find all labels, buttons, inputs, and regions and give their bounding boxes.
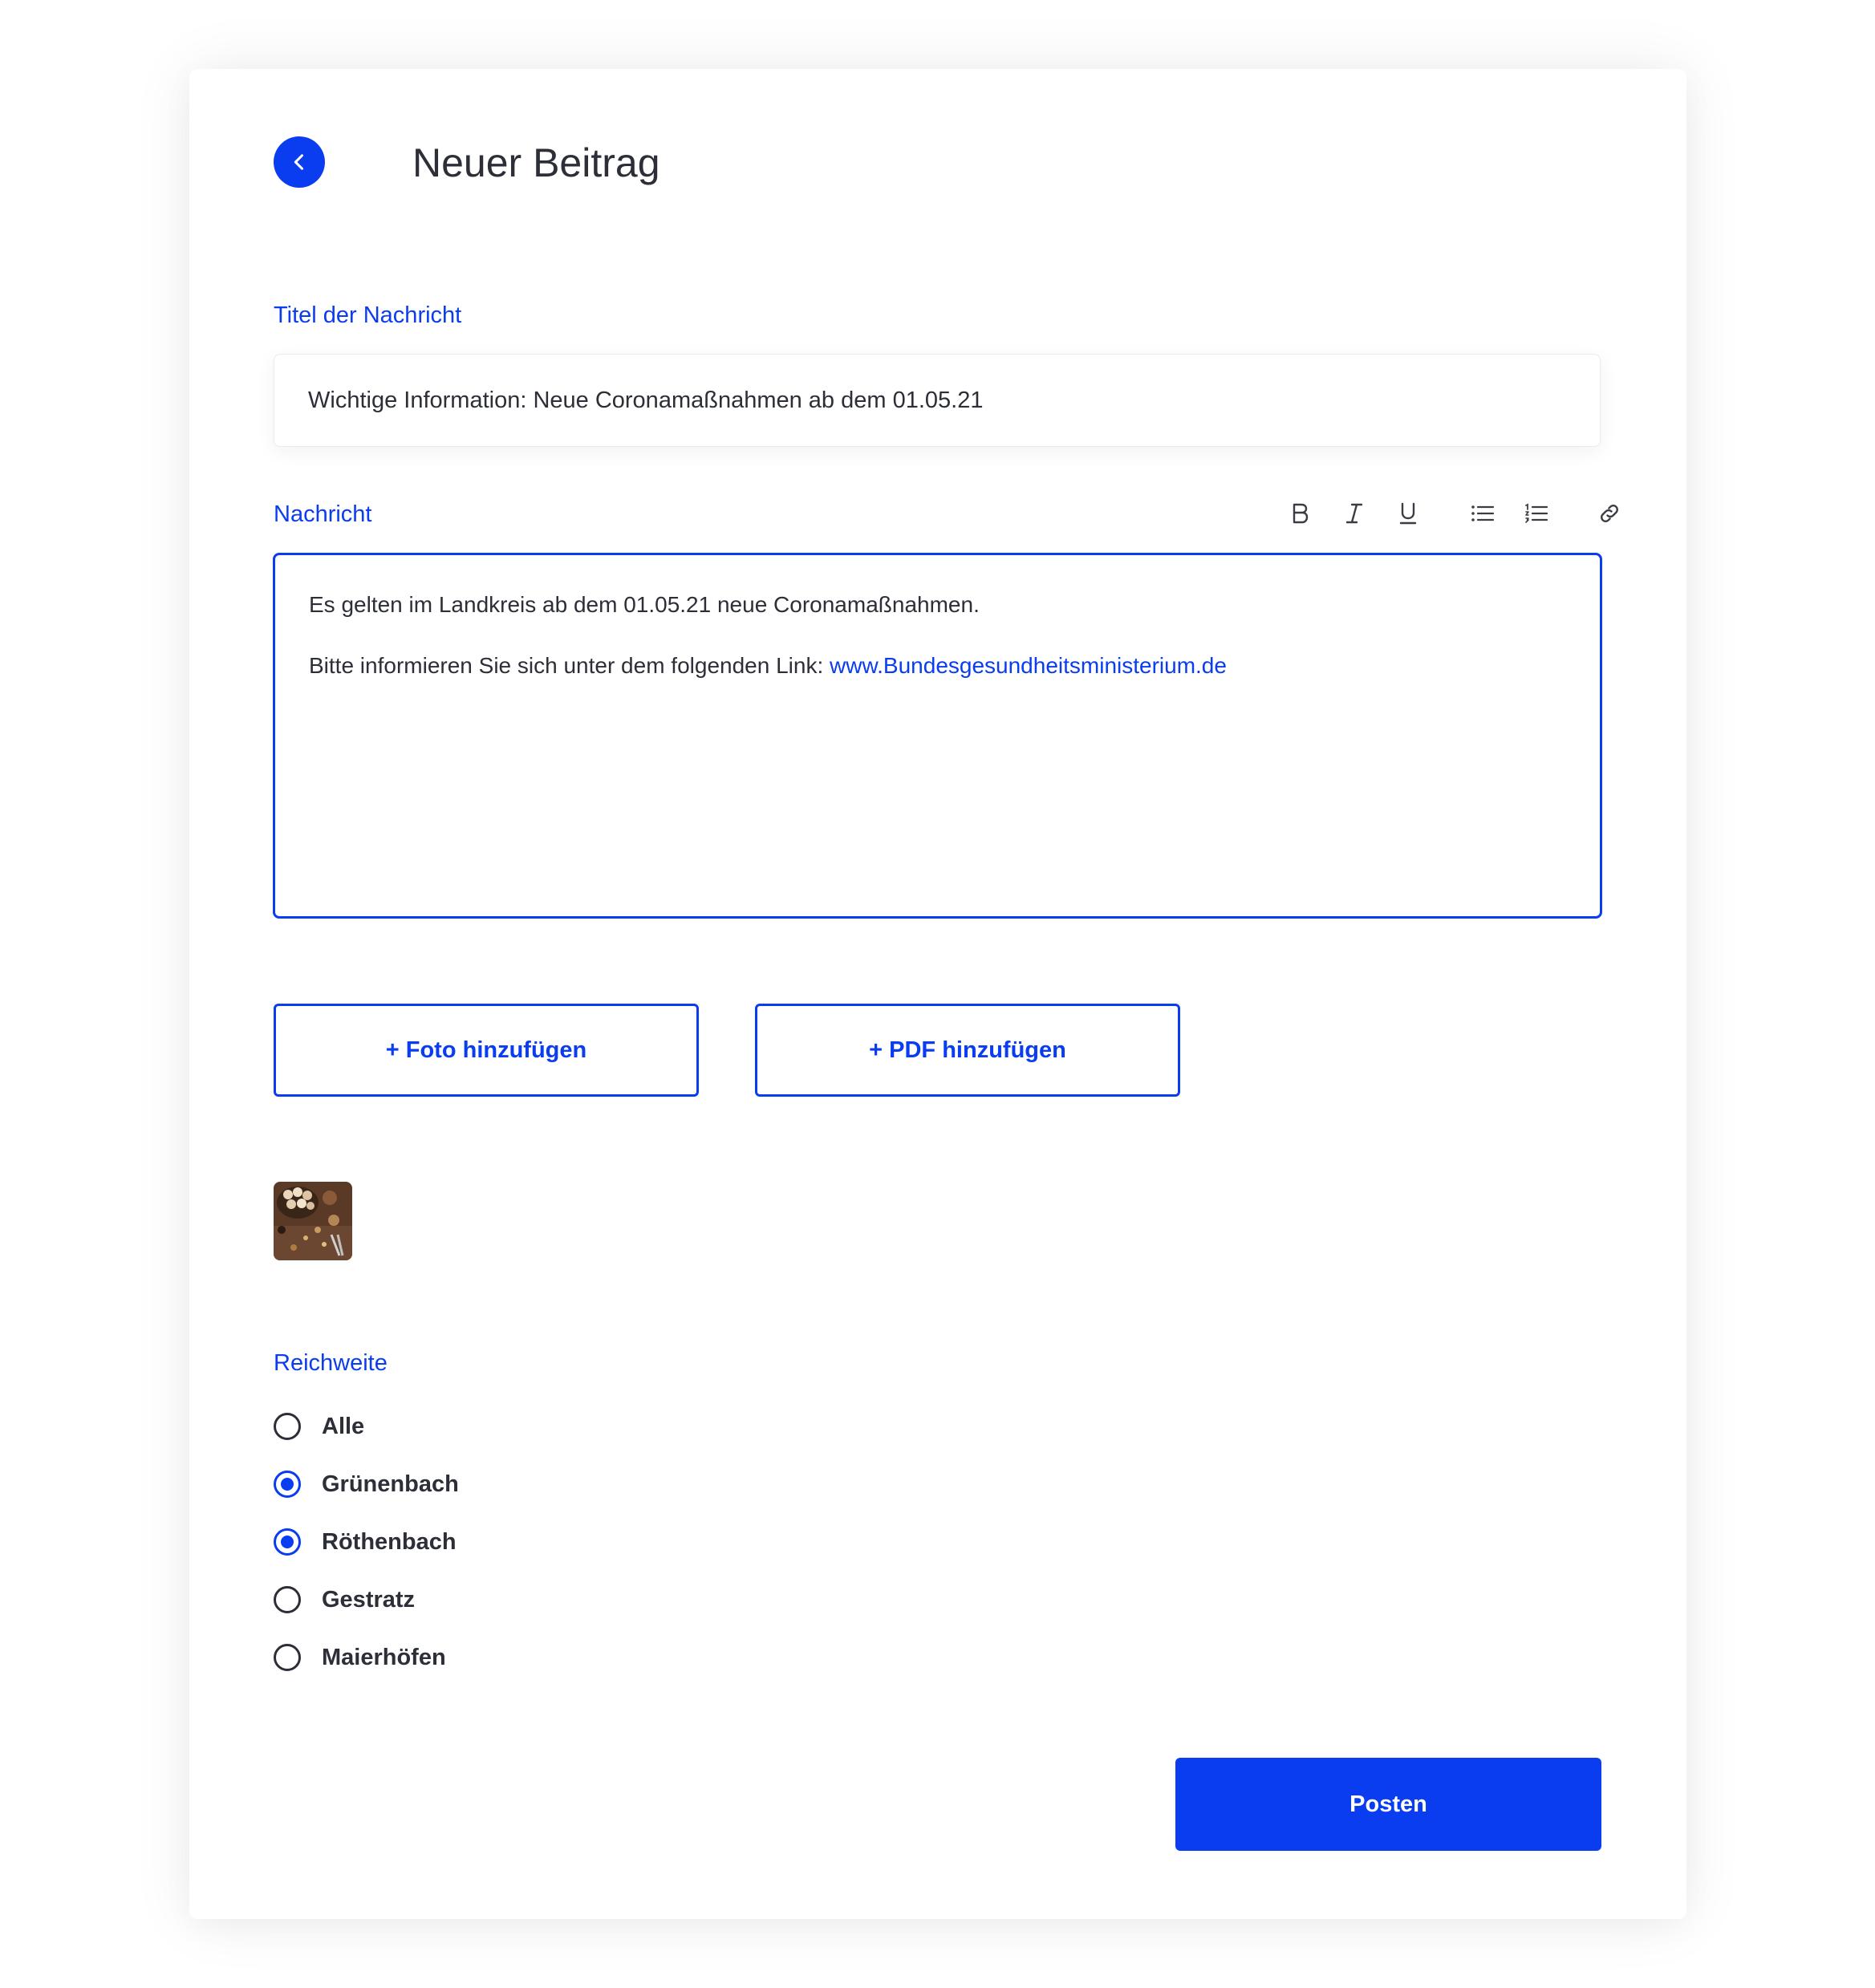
radio-option-gestratz[interactable]: Gestratz [274, 1584, 415, 1616]
photo-thumbnail-image [274, 1182, 352, 1260]
add-pdf-button[interactable]: + PDF hinzufügen [755, 1004, 1180, 1097]
radio-button[interactable] [274, 1413, 301, 1440]
add-photo-button[interactable]: + Foto hinzufügen [274, 1004, 699, 1097]
message-line-2: Bitte informieren Sie sich unter dem fol… [309, 650, 1566, 682]
radio-label: Grünenbach [322, 1471, 459, 1497]
message-line-2-text: Bitte informieren Sie sich unter dem fol… [309, 653, 830, 678]
bold-button[interactable] [1283, 496, 1318, 531]
underline-button[interactable] [1390, 496, 1426, 531]
reach-label: Reichweite [274, 1350, 388, 1376]
title-input[interactable]: Wichtige Information: Neue Coronamaßnahm… [274, 354, 1601, 447]
post-button[interactable]: Posten [1175, 1758, 1601, 1851]
link-button[interactable] [1592, 496, 1627, 531]
radio-label: Maierhöfen [322, 1644, 446, 1670]
bullet-list-button[interactable] [1465, 496, 1500, 531]
photo-thumbnail[interactable] [274, 1182, 352, 1260]
message-line-1: Es gelten im Landkreis ab dem 01.05.21 n… [309, 592, 980, 617]
italic-icon [1345, 503, 1363, 524]
bullet-list-icon [1471, 505, 1495, 521]
page-title: Neuer Beitrag [412, 140, 660, 185]
formatting-toolbar [0, 496, 1875, 531]
back-button[interactable] [274, 136, 325, 188]
radio-option-roethenbach[interactable]: Röthenbach [274, 1526, 457, 1558]
radio-button[interactable] [274, 1586, 301, 1613]
radio-label: Gestratz [322, 1586, 416, 1613]
radio-button[interactable] [274, 1644, 301, 1671]
radio-label: Röthenbach [322, 1528, 457, 1555]
radio-label: Alle [322, 1413, 365, 1439]
numbered-list-icon [1525, 503, 1548, 523]
italic-button[interactable] [1337, 496, 1372, 531]
bold-icon [1293, 503, 1309, 524]
radio-button-checked[interactable] [274, 1528, 301, 1556]
link-icon [1601, 505, 1618, 522]
chevron-left-icon [294, 154, 304, 170]
radio-option-alle[interactable]: Alle [274, 1410, 364, 1442]
radio-option-maierhoefen[interactable]: Maierhöfen [274, 1641, 446, 1674]
underline-icon [1399, 502, 1417, 525]
title-field-label: Titel der Nachricht [274, 302, 462, 328]
message-editor[interactable]: Es gelten im Landkreis ab dem 01.05.21 n… [273, 553, 1602, 919]
numbered-list-button[interactable] [1519, 496, 1554, 531]
radio-button-checked[interactable] [274, 1471, 301, 1498]
title-input-value: Wichtige Information: Neue Coronamaßnahm… [308, 387, 984, 413]
message-link[interactable]: www.Bundesgesundheitsministerium.de [830, 653, 1227, 678]
radio-option-gruenenbach[interactable]: Grünenbach [274, 1468, 459, 1500]
